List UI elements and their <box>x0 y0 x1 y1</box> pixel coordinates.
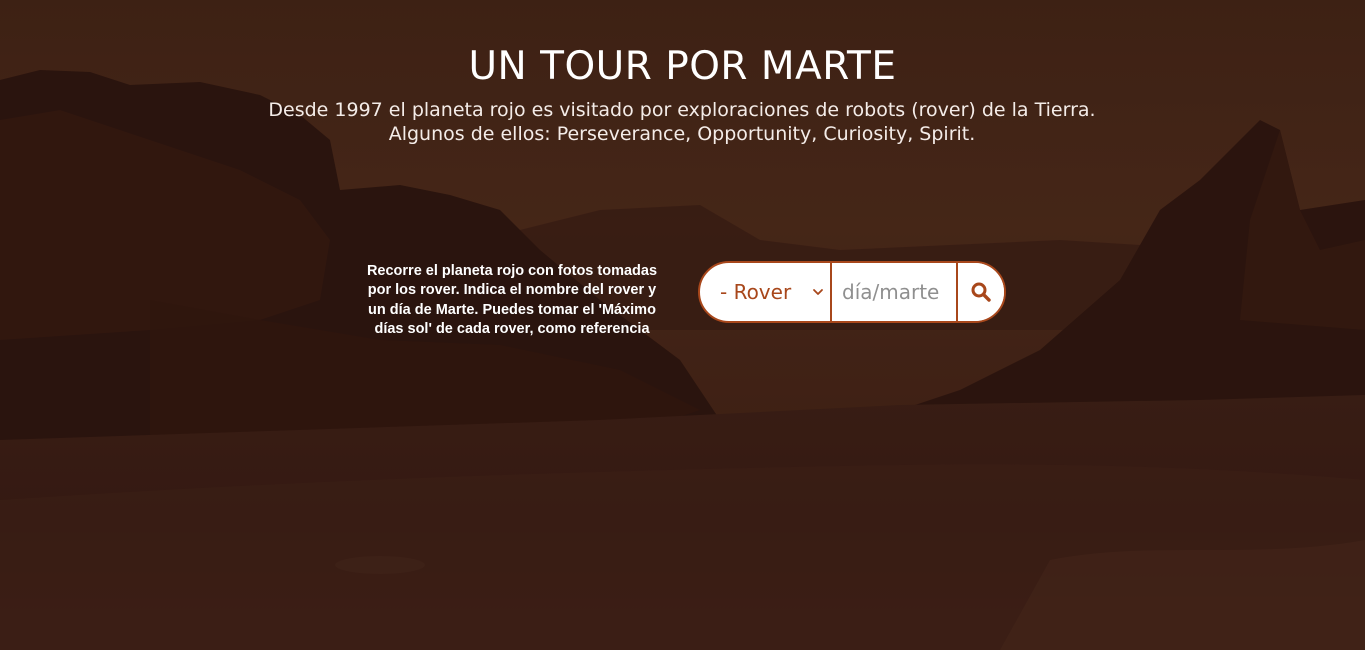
rover-select-value: - Rover <box>720 280 792 304</box>
rover-select[interactable]: - Rover <box>700 263 832 321</box>
search-instructions: Recorre el planeta rojo con fotos tomada… <box>366 263 658 338</box>
chevron-down-icon <box>813 289 823 295</box>
sol-day-input[interactable] <box>832 263 958 321</box>
search-icon <box>971 282 991 302</box>
subtitle-line-1: Desde 1997 el planeta rojo es visitado p… <box>268 99 1096 121</box>
page-subtitle: Desde 1997 el planeta rojo es visitado p… <box>232 98 1132 146</box>
rover-search-form: - Rover <box>698 261 1006 323</box>
search-button[interactable] <box>958 263 1004 321</box>
subtitle-line-2: Algunos de ellos: Perseverance, Opportun… <box>388 123 976 145</box>
page-title: UN TOUR POR MARTE <box>468 44 897 89</box>
